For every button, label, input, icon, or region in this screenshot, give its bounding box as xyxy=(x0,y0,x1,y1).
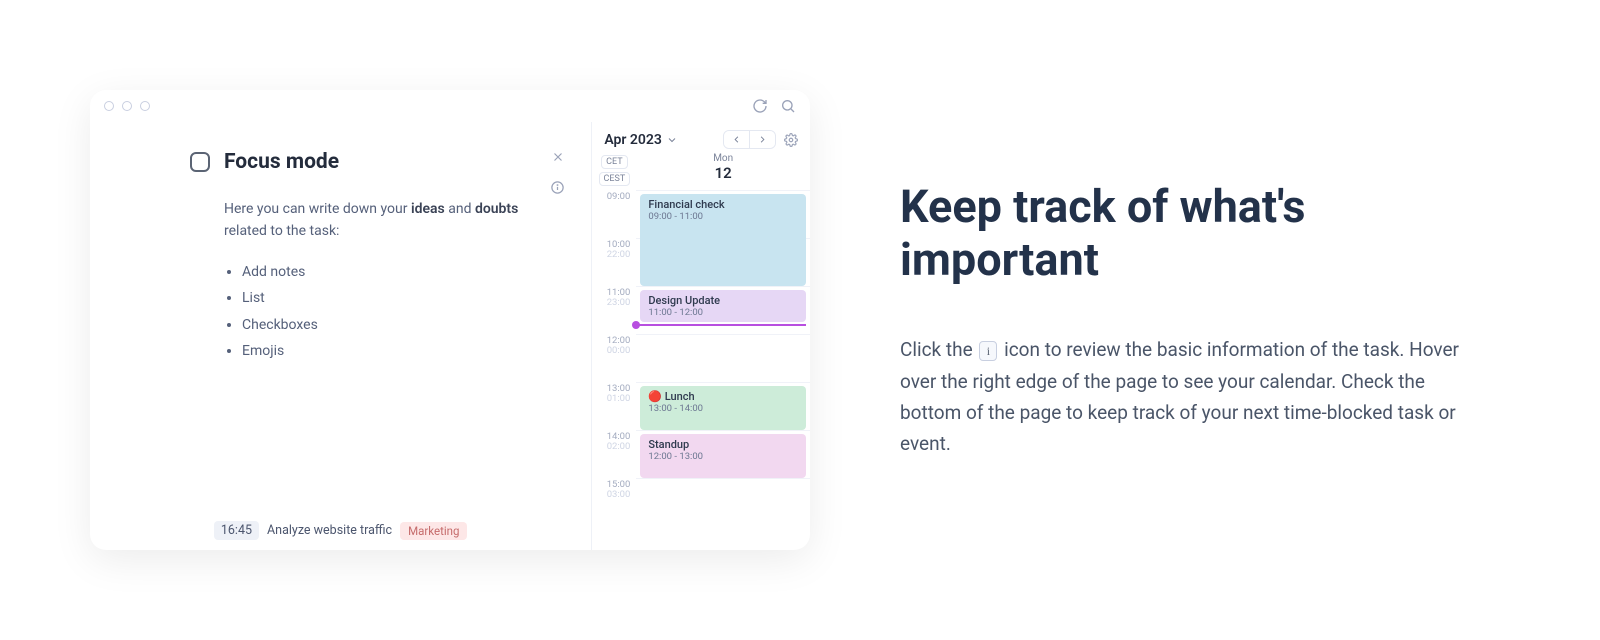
focus-title: Focus mode xyxy=(224,150,339,174)
focus-description[interactable]: Here you can write down your ideas and d… xyxy=(224,198,527,366)
calendar-pane: Apr 2023 xyxy=(591,122,810,550)
day-number-label: 12 xyxy=(636,164,810,182)
window-close-dot[interactable] xyxy=(104,101,114,111)
focus-intro-text: Here you can write down your xyxy=(224,201,411,217)
chevron-right-icon xyxy=(757,134,768,145)
calendar-month-picker[interactable]: Apr 2023 xyxy=(604,132,678,148)
focus-bullet-item: Add notes xyxy=(242,261,527,283)
hour-label: 14:0002:00 xyxy=(592,430,636,478)
focus-intro-bold: ideas xyxy=(411,201,445,217)
event-name: Design Update xyxy=(648,294,798,307)
window-minimize-dot[interactable] xyxy=(122,101,132,111)
info-icon[interactable] xyxy=(550,180,565,195)
next-task-time: 16:45 xyxy=(214,521,259,540)
hour-label: 15:0003:00 xyxy=(592,478,636,526)
task-checkbox[interactable] xyxy=(190,152,210,172)
hour-label: 10:0022:00 xyxy=(592,238,636,286)
focus-pane: Focus mode Here you can write down your … xyxy=(90,122,591,550)
marketing-text: Keep track of what's important Click the… xyxy=(900,180,1480,460)
close-icon[interactable] xyxy=(551,150,565,164)
hour-label: 13:0001:00 xyxy=(592,382,636,430)
focus-bullet-item: Checkboxes xyxy=(242,314,527,336)
calendar-nav xyxy=(723,130,776,149)
focus-bullet-item: List xyxy=(242,287,527,309)
event-name: Financial check xyxy=(648,198,798,211)
focus-intro-bold: doubts xyxy=(475,201,518,217)
hour-label: 11:0023:00 xyxy=(592,286,636,334)
next-task-name: Analyze website traffic xyxy=(267,523,392,538)
calendar-event[interactable]: Financial check09:00 - 11:00 xyxy=(640,194,806,286)
event-name: 🔴 Lunch xyxy=(648,390,798,403)
calendar-event[interactable]: Standup12:00 - 13:00 xyxy=(640,434,806,478)
chevron-down-icon xyxy=(666,134,678,146)
info-icon-inline: i xyxy=(979,341,997,361)
calendar-prev-button[interactable] xyxy=(724,131,749,148)
hour-label: 09:00 xyxy=(592,190,636,238)
chevron-left-icon xyxy=(731,134,742,145)
window-maximize-dot[interactable] xyxy=(140,101,150,111)
calendar-event[interactable]: Design Update11:00 - 12:00 xyxy=(640,290,806,322)
focus-bullet-item: Emojis xyxy=(242,340,527,362)
calendar-day-header: Mon 12 xyxy=(636,153,810,186)
focus-bullet-list: Add notes List Checkboxes Emojis xyxy=(224,261,527,363)
calendar-grid[interactable]: 09:0010:0022:0011:0023:0012:0000:0013:00… xyxy=(592,190,810,550)
hour-label: 12:0000:00 xyxy=(592,334,636,382)
calendar-event[interactable]: 🔴 Lunch13:00 - 14:00 xyxy=(640,386,806,430)
event-time: 09:00 - 11:00 xyxy=(648,211,798,222)
timezone-pill[interactable]: CET xyxy=(601,155,627,169)
day-of-week-label: Mon xyxy=(636,153,810,164)
calendar-next-button[interactable] xyxy=(749,131,775,148)
gear-icon[interactable] xyxy=(784,133,798,147)
event-time: 13:00 - 14:00 xyxy=(648,403,798,414)
calendar-month-label: Apr 2023 xyxy=(604,132,662,148)
timezone-pill[interactable]: CEST xyxy=(599,172,631,186)
event-time: 11:00 - 12:00 xyxy=(648,307,798,318)
window-titlebar xyxy=(90,90,810,122)
app-window: Focus mode Here you can write down your … xyxy=(90,90,810,550)
window-traffic-lights[interactable] xyxy=(104,101,150,111)
sync-icon[interactable] xyxy=(752,98,768,114)
event-name: Standup xyxy=(648,438,798,451)
headline: Keep track of what's important xyxy=(900,180,1480,286)
search-icon[interactable] xyxy=(780,98,796,114)
next-task-bar[interactable]: 16:45 Analyze website traffic Marketing xyxy=(90,521,591,540)
current-time-indicator xyxy=(636,324,806,326)
description: Click the i icon to review the basic inf… xyxy=(900,334,1480,459)
next-task-tag: Marketing xyxy=(400,522,467,540)
timezone-column: CET CEST xyxy=(592,153,636,186)
event-time: 12:00 - 13:00 xyxy=(648,451,798,462)
